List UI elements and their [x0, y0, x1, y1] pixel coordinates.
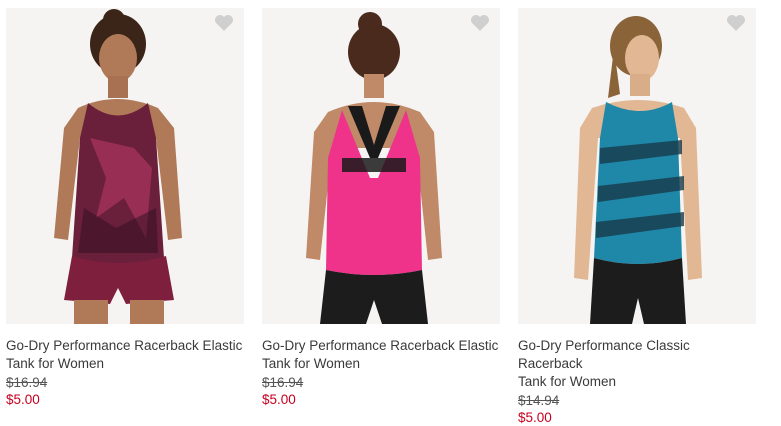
product-title-line1: Go-Dry Performance Racerback Elastic — [262, 338, 499, 353]
product-card[interactable]: Go-Dry Performance Racerback Elastic Tan… — [262, 8, 500, 408]
heart-icon[interactable] — [214, 14, 234, 32]
sale-price: $5.00 — [262, 392, 296, 407]
product-image[interactable] — [518, 8, 756, 324]
original-price: $14.94 — [518, 393, 560, 408]
product-title-line1: Go-Dry Performance Classic Racerback — [518, 338, 690, 371]
product-title[interactable]: Go-Dry Performance Classic Racerback Tan… — [518, 337, 758, 391]
product-image[interactable] — [6, 8, 244, 324]
product-card[interactable]: Go-Dry Performance Racerback Elastic Tan… — [6, 8, 244, 408]
sale-price: $5.00 — [518, 410, 552, 425]
product-title-line2: Tank for Women — [262, 356, 361, 371]
product-image[interactable] — [262, 8, 500, 324]
product-title[interactable]: Go-Dry Performance Racerback Elastic Tan… — [6, 337, 246, 373]
product-card[interactable]: Go-Dry Performance Classic Racerback Tan… — [518, 8, 756, 426]
model-photo — [262, 8, 500, 324]
product-title-line2: Tank for Women — [6, 356, 105, 371]
product-title[interactable]: Go-Dry Performance Racerback Elastic Tan… — [262, 337, 502, 373]
product-title-line1: Go-Dry Performance Racerback Elastic — [6, 338, 243, 353]
heart-icon[interactable] — [470, 14, 490, 32]
model-photo — [518, 8, 756, 324]
model-photo — [6, 8, 244, 324]
product-title-line2: Tank for Women — [518, 374, 617, 389]
sale-price: $5.00 — [6, 392, 40, 407]
original-price: $16.94 — [6, 375, 48, 390]
original-price: $16.94 — [262, 375, 304, 390]
heart-icon[interactable] — [726, 14, 746, 32]
